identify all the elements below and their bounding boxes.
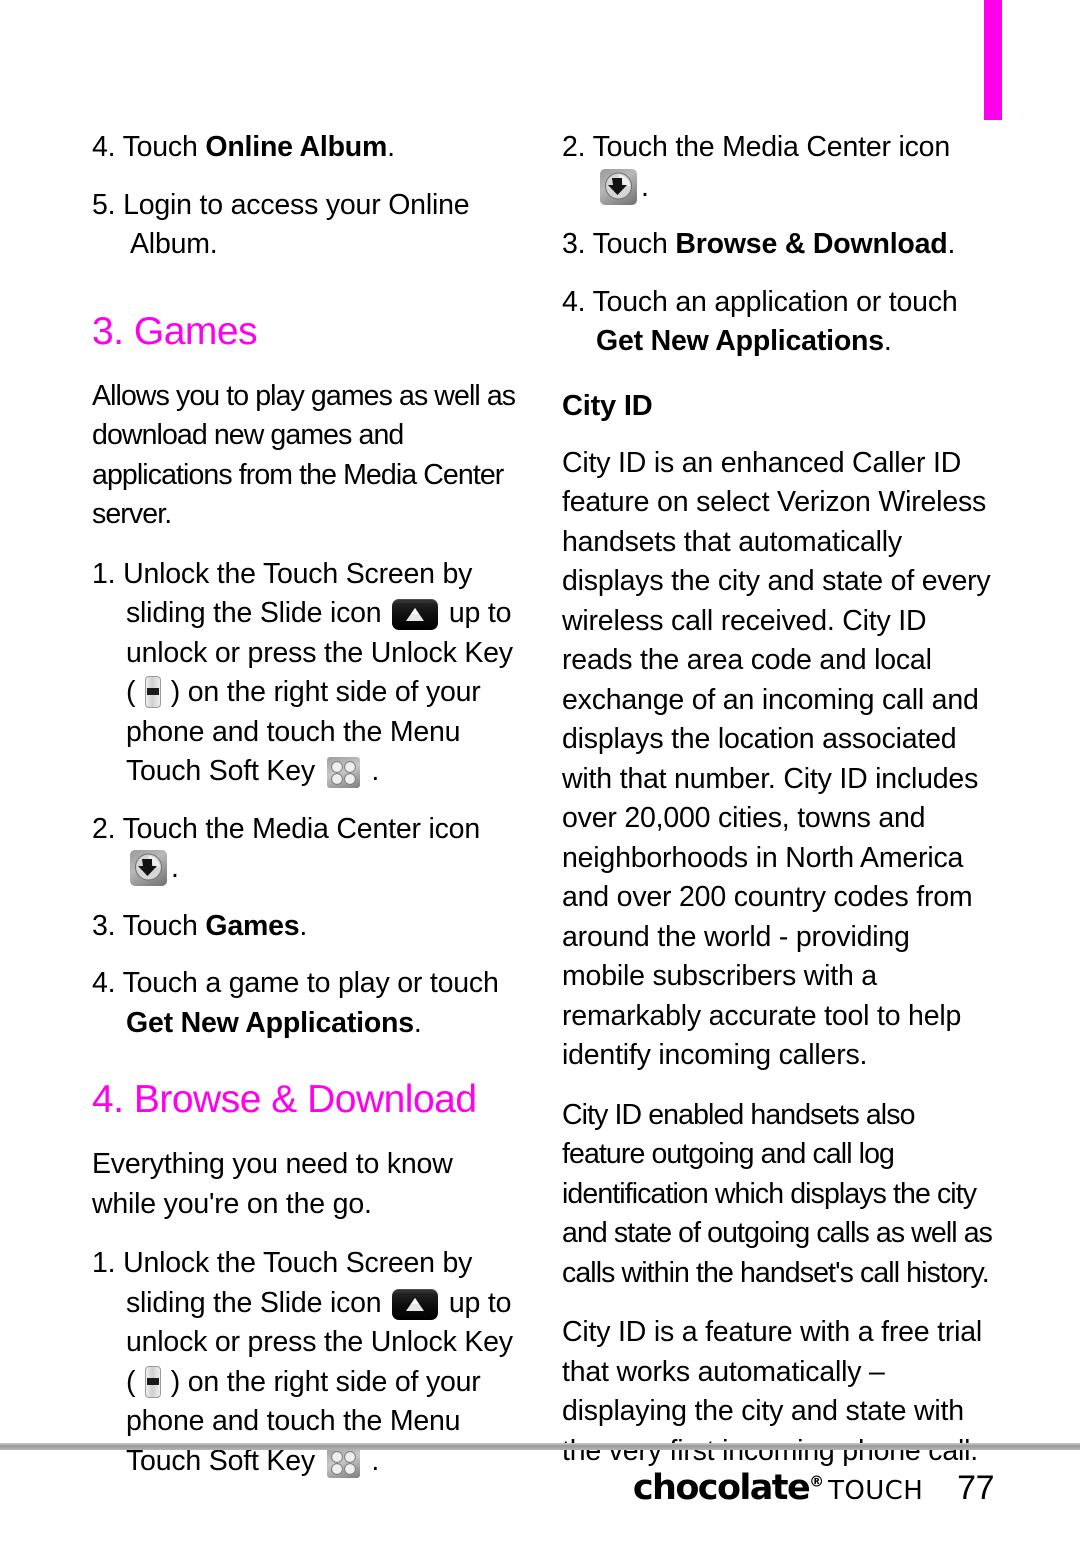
list-item-games-step-1: 1. Unlock the Touch Screen by sliding th… [92, 555, 522, 792]
footer-divider [0, 1443, 1080, 1450]
list-number: 2. [92, 812, 116, 845]
list-number: 4. [92, 131, 116, 163]
registered-trademark-mark: ® [809, 1472, 825, 1491]
list-bold-term: Get New Applications [126, 1006, 414, 1039]
list-bold-term: Browse & Download [675, 228, 948, 260]
list-number: 3. [92, 909, 116, 942]
list-text: Touch a game to play or touch [115, 967, 499, 999]
list-item-browse-step-2: 2. Touch the Media Center icon . [562, 128, 992, 207]
games-intro-paragraph: Allows you to play games as well as down… [92, 379, 516, 531]
list-text-tail: . [171, 852, 179, 884]
list-number: 2. [562, 131, 586, 163]
sub-heading-city-id: City ID [562, 389, 653, 422]
left-column: 4. Touch Online Album. 5. Login to acces… [92, 128, 522, 1499]
list-item-browse-step-4: 4. Touch an application or touch Get New… [562, 283, 992, 362]
list-number: 1. [92, 1247, 116, 1279]
media-center-icon [130, 850, 167, 886]
list-text: Touch an application or touch [585, 285, 958, 318]
city-id-paragraph-1: City ID is an enhanced Caller ID feature… [562, 446, 991, 1072]
slide-icon [392, 1288, 439, 1320]
section-heading-games: 3. Games [92, 309, 258, 353]
list-number: 3. [562, 228, 586, 260]
slide-icon [392, 599, 439, 630]
list-text-tail: . [883, 325, 892, 357]
list-text: Touch the Media Center icon [585, 131, 951, 163]
list-text-tail: . [413, 1006, 422, 1039]
list-bold-term: Games [205, 909, 300, 942]
list-number: 4. [562, 285, 586, 318]
list-number: 1. [92, 557, 116, 590]
list-text-tail: . [947, 228, 956, 260]
unlock-key-icon [145, 676, 162, 708]
list-text: ) on the right side of your phone and to… [126, 1365, 481, 1477]
list-text-tail: . [387, 131, 395, 163]
list-item-games-step-4: 4. Touch a game to play or touch Get New… [92, 964, 522, 1043]
right-column: 2. Touch the Media Center icon . 3. Touc… [562, 128, 993, 1491]
menu-touch-soft-key-icon [326, 757, 360, 788]
list-text: Login to access your Online Album. [115, 188, 470, 261]
list-text-tail: . [299, 909, 308, 942]
brand-logo-chocolate: chocolate® [633, 1468, 824, 1508]
list-text-tail: . [363, 755, 380, 787]
page-number: 77 [957, 1469, 994, 1507]
list-bold-term: Get New Applications [596, 325, 884, 357]
unlock-key-icon [145, 1365, 162, 1398]
chapter-tab-marker [984, 0, 1002, 120]
list-text: Touch the Media Center icon [115, 812, 481, 845]
list-bold-term: Online Album [205, 131, 388, 163]
list-text: ) on the right side of your phone and to… [126, 676, 481, 787]
list-number: 5. [92, 188, 116, 221]
list-item-games-step-2: 2. Touch the Media Center icon . [92, 810, 522, 889]
list-item-online-album: 4. Touch Online Album. [92, 128, 522, 168]
page-footer: chocolate® TOUCH 77 [633, 1468, 995, 1508]
browse-intro-paragraph: Everything you need to know while you're… [92, 1148, 453, 1220]
list-item-browse-step-3: 3. Touch Browse & Download. [562, 225, 992, 265]
list-number: 4. [92, 967, 116, 999]
list-text: Touch [585, 228, 676, 260]
brand-wordmark: chocolate [632, 1468, 811, 1508]
list-text: Touch [115, 131, 206, 163]
list-item-games-step-3: 3. Touch Games. [92, 907, 522, 947]
media-center-icon [600, 168, 637, 205]
brand-suffix-touch: TOUCH [828, 1476, 924, 1506]
menu-touch-soft-key-icon [326, 1446, 360, 1478]
manual-page: 4. Touch Online Album. 5. Login to acces… [0, 0, 1080, 1552]
list-text: Touch [115, 909, 206, 942]
section-heading-browse-download: 4. Browse & Download [92, 1078, 477, 1121]
list-item-login: 5. Login to access your Online Album. [92, 186, 522, 265]
list-text-tail: . [641, 170, 649, 203]
city-id-paragraph-2: City ID enabled handsets also feature ou… [562, 1098, 993, 1289]
